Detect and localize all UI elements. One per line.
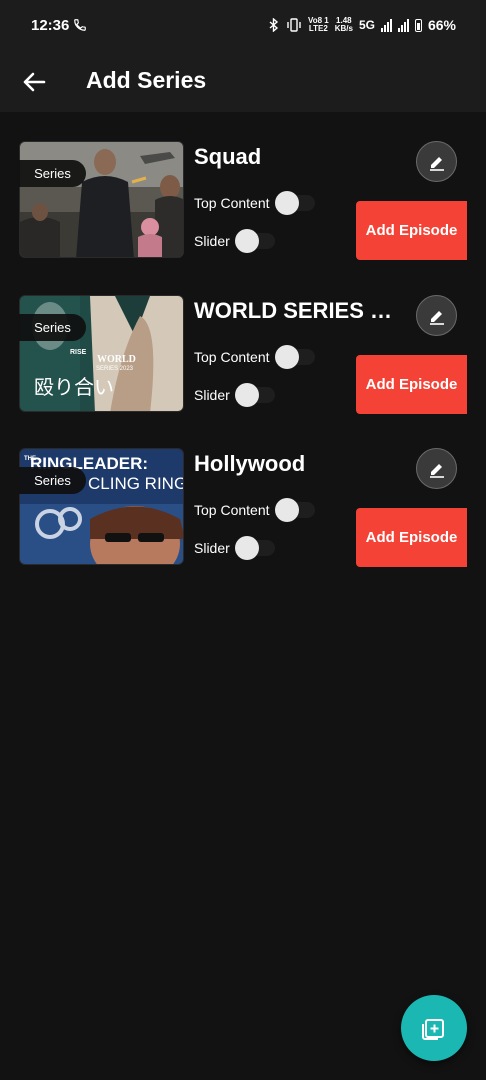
edit-pencil-icon [430,311,444,325]
top-content-label: Top Content [194,349,270,365]
edit-button[interactable] [416,295,457,336]
thumb-text-series: SERIES 2023 [96,366,134,372]
series-badge: Series [19,160,86,187]
status-bar: 12:36 Vo8 1 LTE2 1.48 KB/s 5G 66% [0,0,486,52]
top-content-label: Top Content [194,502,270,518]
series-thumbnail[interactable] [19,141,184,258]
top-content-toggle[interactable] [274,498,317,522]
volte-label: Vo8 1 LTE2 [307,16,329,33]
add-episode-button[interactable]: Add Episode [356,355,467,414]
series-card: RISE WORLD SERIES 2023 殴り合い Series WORLD… [0,295,486,415]
edit-pencil-icon [430,157,444,171]
thumb-text-rise: RISE [70,349,87,356]
top-content-row: Top Content [194,497,317,523]
top-content-row: Top Content [194,190,317,216]
slider-row: Slider [194,535,277,561]
arrow-left-icon [23,72,46,92]
status-icons: Vo8 1 LTE2 1.48 KB/s 5G 66% [268,14,456,36]
series-badge: Series [19,467,86,494]
thumb-text-world: WORLD [97,354,136,365]
series-title: WORLD SERIES 2023 [194,298,400,323]
series-title: Squad [194,144,262,169]
bluetooth-icon [269,18,279,32]
battery-icon [414,18,422,32]
top-content-label: Top Content [194,195,270,211]
network-speed: 1.48 KB/s [334,16,353,33]
slider-label: Slider [194,233,230,249]
add-series-fab[interactable] [401,995,467,1061]
add-box-icon [422,1019,444,1040]
slider-row: Slider [194,228,277,254]
thumb-text-japanese: 殴り合い [34,375,114,399]
status-time: 12:36 [31,17,70,34]
edit-pencil-icon [430,464,444,478]
signal-icon-2 [397,18,409,32]
back-button[interactable] [18,66,50,98]
slider-label: Slider [194,387,230,403]
call-icon [74,19,86,31]
slider-label: Slider [194,540,230,556]
battery-percent: 66% [427,17,456,33]
vibrate-icon [287,18,301,32]
top-content-toggle[interactable] [274,345,317,369]
signal-icon [380,18,392,32]
series-badge: Series [19,314,86,341]
thumb-text-cling-ring: CLING RING [88,474,184,493]
series-thumbnail[interactable]: THE RINGLEADER: CLING RING [19,448,184,565]
slider-toggle[interactable] [234,536,277,560]
app-bar: Add Series [0,52,486,112]
series-card: THE RINGLEADER: CLING RING Series Hollyw… [0,448,486,568]
add-episode-button[interactable]: Add Episode [356,201,467,260]
slider-row: Slider [194,382,277,408]
slider-toggle[interactable] [234,383,277,407]
series-title: Hollywood [194,451,306,476]
top-content-toggle[interactable] [274,191,317,215]
series-card: Series Squad Top Content Slider Add Epis… [0,141,486,261]
add-episode-button[interactable]: Add Episode [356,508,467,567]
edit-button[interactable] [416,141,457,182]
slider-toggle[interactable] [234,229,277,253]
series-thumbnail[interactable]: RISE WORLD SERIES 2023 殴り合い [19,295,184,412]
page-title: Add Series [86,67,207,93]
top-content-row: Top Content [194,344,317,370]
edit-button[interactable] [416,448,457,489]
network-type: 5G [358,18,375,32]
